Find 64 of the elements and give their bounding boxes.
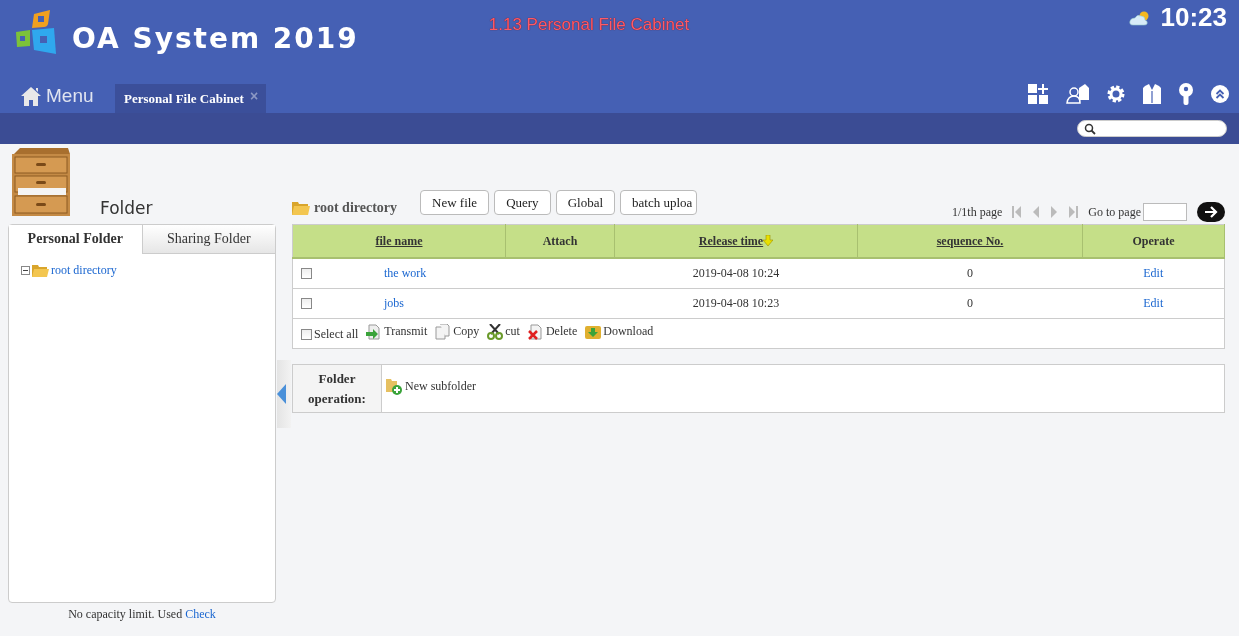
action-link[interactable]: Download [585,323,654,340]
toolbar-button[interactable]: Global [555,190,615,215]
action-link[interactable]: Delete [527,323,578,340]
edit-link[interactable]: Edit [1143,296,1164,310]
folder-icon [292,201,310,215]
column-header[interactable]: sequence No. [857,224,1083,258]
action-link[interactable]: Copy [435,323,480,340]
row-checkbox[interactable] [301,268,312,280]
home-icon [20,85,42,107]
settings-icon[interactable] [1106,84,1126,104]
folder-operation-label: Folder operation: [308,370,366,406]
page-count: 1/1th page [952,204,1003,220]
sequence-cell: 0 [967,296,973,310]
column-header[interactable]: file name [292,224,506,258]
search-icon [1084,122,1096,135]
collapse-up-icon[interactable] [1211,85,1229,103]
app-title: OA System 2019 [72,21,359,55]
file-name-link[interactable]: the work [384,266,427,281]
tree-expander[interactable] [21,266,30,275]
page-number-field[interactable] [1143,203,1187,221]
toolbar-button[interactable]: New file [420,190,490,215]
collapse-handle[interactable] [277,360,291,428]
menu-button[interactable]: Menu [0,85,114,113]
shirt-icon[interactable] [1143,84,1161,104]
key-icon[interactable] [1178,83,1194,105]
go-to-page-label: Go to page [1088,204,1141,220]
capacity-text: No capacity limit. Used [68,607,183,621]
sort-down-arrow-icon [763,234,774,246]
folder-icon [32,264,49,277]
release-time-cell: 2019-04-08 10:24 [692,266,780,280]
action-link[interactable]: cut [487,323,520,340]
current-folder-label: root directory [314,200,398,216]
row-checkbox[interactable] [301,298,312,310]
clock-time: 10:23 [1160,2,1227,33]
toolbar-button[interactable]: Query [494,190,551,215]
tree-item-link[interactable]: root directory [51,263,117,278]
select-all-label[interactable]: Select all [314,326,359,342]
file-name-link[interactable]: jobs [384,296,404,311]
forward-document-icon [366,323,383,340]
weather-icon [1128,9,1151,26]
sequence-cell: 0 [967,266,973,280]
column-header[interactable]: Release time [614,224,858,258]
new-subfolder-link[interactable]: New subfolder [386,378,476,395]
download-icon [585,323,602,340]
folder-heading: Folder [100,198,153,218]
user-home-icon[interactable] [1065,84,1089,104]
add-widget-icon[interactable] [1028,84,1048,104]
action-link[interactable]: Transmit [366,323,428,340]
check-link[interactable]: Check [185,607,216,621]
select-all-checkbox[interactable] [301,328,312,340]
column-header: Operate [1082,224,1225,258]
file-cabinet-icon [10,148,72,216]
edit-link[interactable]: Edit [1143,266,1164,280]
column-header: Attach [505,224,615,258]
page-tab[interactable]: Personal File Cabinet × [115,84,267,113]
page-caption: 1.13 Personal File Cabinet [488,15,690,35]
copy-icon [435,323,452,340]
search-field[interactable] [1077,120,1227,137]
scissors-icon [487,323,504,340]
toolbar-button[interactable]: batch uploa [620,190,698,215]
add-folder-icon [386,378,403,395]
delete-document-icon [527,323,544,340]
release-time-cell: 2019-04-08 10:23 [692,296,780,310]
folder-tab[interactable]: Sharing Folder [141,225,275,254]
